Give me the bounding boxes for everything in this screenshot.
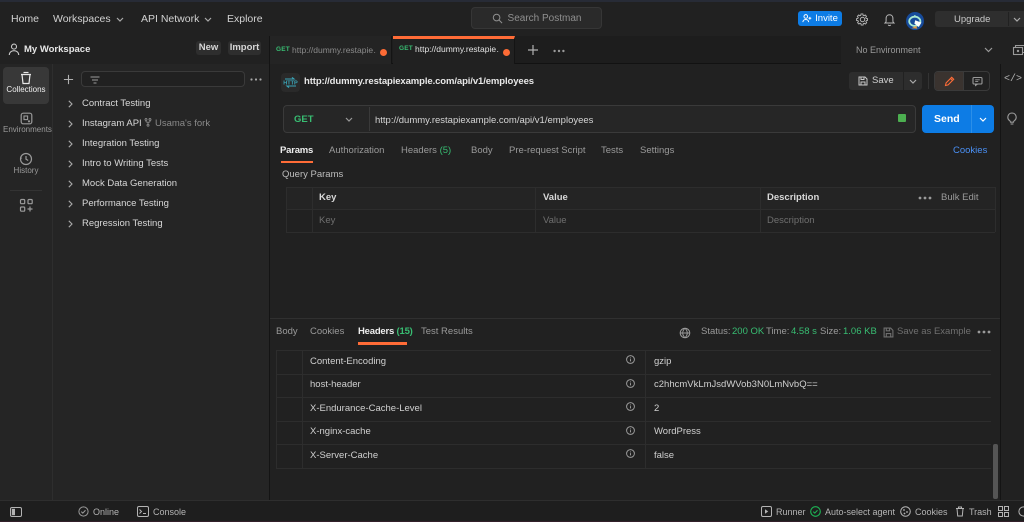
svg-text:HTTP: HTTP <box>283 81 298 87</box>
